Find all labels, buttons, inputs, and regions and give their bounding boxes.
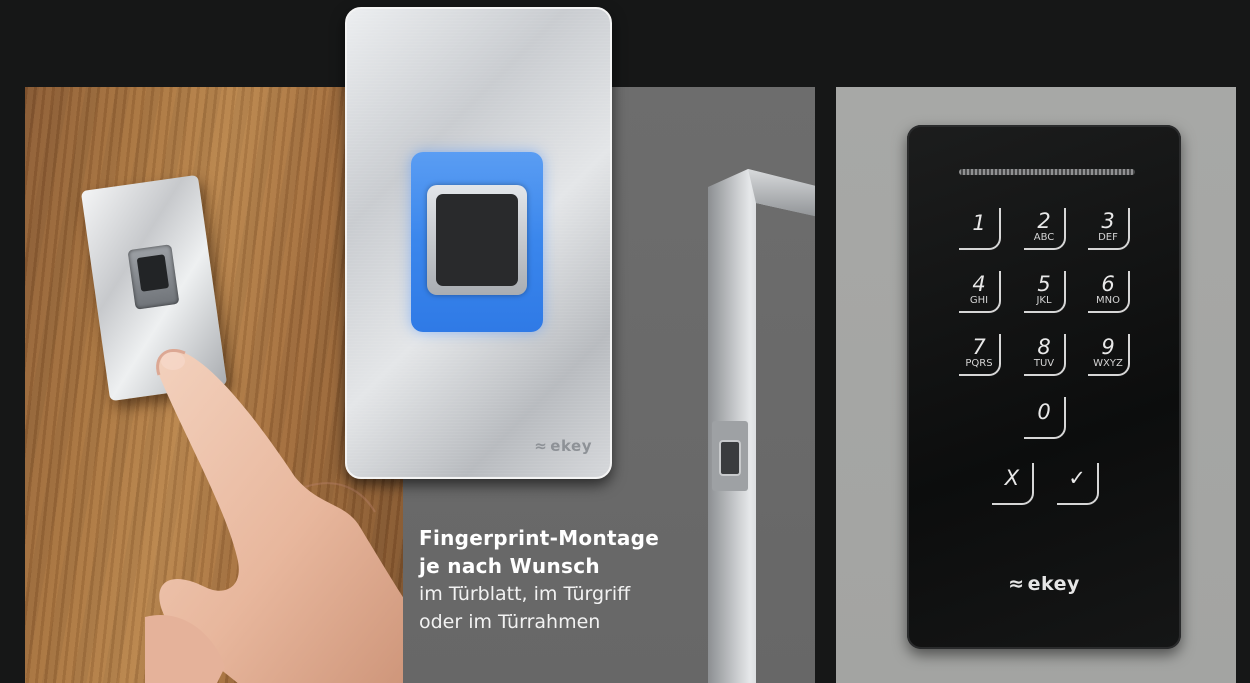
key-digit: 0 (1037, 400, 1051, 424)
cancel-x-icon: X (1004, 466, 1020, 490)
key-digit: 4 (972, 272, 986, 296)
code-keypad-device: 1 2 ABC 3 DEF 4 GHI 5 JKL 6 MNO 7 PQRS 8… (907, 125, 1181, 649)
caption-title-line1: Fingerprint-Montage (419, 526, 660, 550)
key-digit: 2 (1037, 209, 1051, 233)
caption-body-line2: oder im Türrahmen (419, 611, 601, 633)
keypad-key-0[interactable]: 0 (1024, 397, 1066, 439)
feature-caption: Fingerprint-Montage je nach Wunsch im Tü… (419, 524, 709, 636)
keypad-key-2[interactable]: 2 ABC (1024, 208, 1066, 250)
key-letters: ABC (1033, 232, 1055, 243)
key-digit: 8 (1037, 335, 1051, 359)
keypad-brand-text: ekey (1027, 573, 1080, 595)
key-letters: TUV (1033, 358, 1055, 369)
keypad-panel: 1 2 ABC 3 DEF 4 GHI 5 JKL 6 MNO 7 PQRS 8… (836, 87, 1236, 683)
key-letters: MNO (1096, 295, 1120, 306)
key-digit: 6 (1101, 272, 1115, 296)
fingerprint-reader-device: ≈ ekey (345, 7, 612, 479)
ekey-logo-icon: ≈ (534, 437, 548, 455)
reader-brand-text: ekey (550, 437, 592, 455)
fingerprint-sensor-pad[interactable] (436, 194, 518, 286)
key-letters: WXYZ (1093, 358, 1123, 369)
checkmark-icon: ✓ (1068, 466, 1086, 490)
keypad-key-1[interactable]: 1 (959, 208, 1001, 250)
key-letters: PQRS (965, 358, 993, 369)
key-letters: JKL (1036, 295, 1052, 306)
keypad-key-8[interactable]: 8 TUV (1024, 334, 1066, 376)
key-digit: 5 (1037, 272, 1051, 296)
key-digit: 9 (1101, 335, 1115, 359)
key-letters: DEF (1098, 232, 1118, 243)
key-digit: 1 (972, 211, 986, 235)
keypad-cancel-key[interactable]: X (992, 463, 1034, 505)
caption-body-line1: im Türblatt, im Türgriff (419, 583, 631, 605)
door-handle-with-sensor-illustration (708, 169, 815, 683)
key-digit: 7 (972, 335, 986, 359)
keypad-brand-logo: ≈ ekey (907, 573, 1181, 595)
blue-illuminated-sensor-ring (411, 152, 543, 332)
reader-brand-logo: ≈ ekey (534, 437, 592, 455)
sensor-bezel (427, 185, 527, 295)
caption-title-line2: je nach Wunsch (419, 554, 600, 578)
keypad-key-7[interactable]: 7 PQRS (959, 334, 1001, 376)
keypad-confirm-key[interactable]: ✓ (1057, 463, 1099, 505)
key-letters: GHI (969, 295, 989, 306)
keypad-key-4[interactable]: 4 GHI (959, 271, 1001, 313)
keypad-key-6[interactable]: 6 MNO (1088, 271, 1130, 313)
ekey-logo-icon: ≈ (1008, 573, 1025, 595)
led-status-bar (959, 169, 1135, 175)
keypad-key-5[interactable]: 5 JKL (1024, 271, 1066, 313)
keypad-key-9[interactable]: 9 WXYZ (1088, 334, 1130, 376)
key-digit: 3 (1101, 209, 1115, 233)
keypad-key-3[interactable]: 3 DEF (1088, 208, 1130, 250)
